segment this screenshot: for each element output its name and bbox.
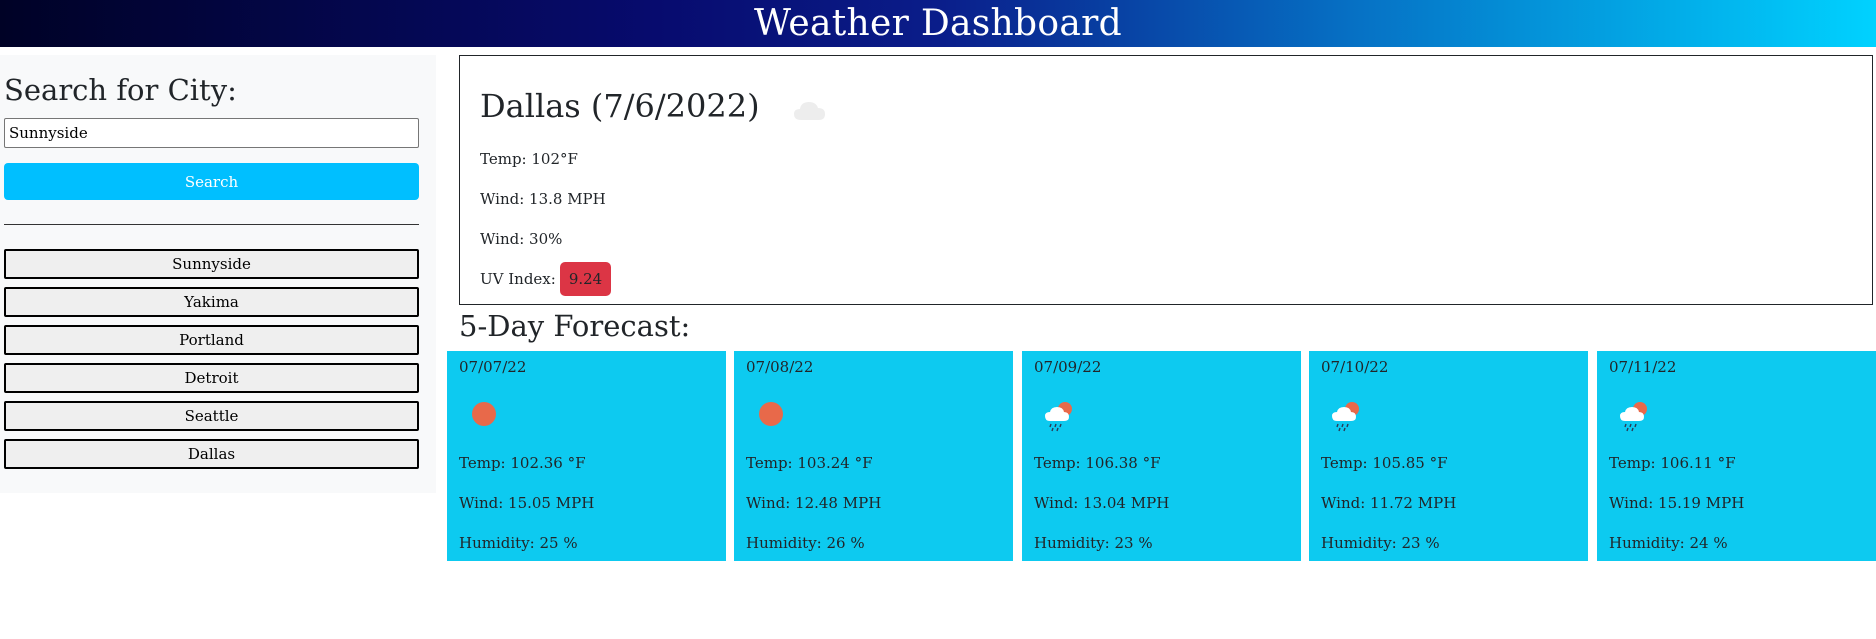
forecast-wind: Wind: 12.48 MPH — [746, 494, 882, 512]
search-button[interactable]: Search — [4, 163, 419, 200]
uv-index-badge: 9.24 — [559, 262, 612, 296]
history-item-seattle[interactable]: Seattle — [4, 401, 419, 431]
uv-index-label: UV Index: — [480, 270, 556, 288]
city-search-input[interactable] — [4, 118, 419, 148]
history-item-yakima[interactable]: Yakima — [4, 287, 419, 317]
forecast-temp: Temp: 106.38 °F — [1034, 454, 1161, 472]
forecast-temp: Temp: 106.11 °F — [1609, 454, 1736, 472]
forecast-card: 07/09/22 Temp: 106.38 °F Wind: 13.04 MPH… — [1022, 351, 1301, 561]
uv-index-row: UV Index: 9.24 — [480, 259, 1872, 299]
forecast-humidity: Humidity: 24 % — [1609, 534, 1728, 552]
current-humidity: Wind: 30% — [480, 230, 563, 248]
forecast-card: 07/11/22 Temp: 106.11 °F Wind: 15.19 MPH… — [1597, 351, 1876, 561]
history-item-dallas[interactable]: Dallas — [4, 439, 419, 469]
forecast-humidity: Humidity: 25 % — [459, 534, 578, 552]
search-sidebar: Search for City: Search Sunnyside Yakima… — [0, 55, 436, 493]
sun-icon — [472, 402, 496, 426]
forecast-temp: Temp: 103.24 °F — [746, 454, 873, 472]
history-item-sunnyside[interactable]: Sunnyside — [4, 249, 419, 279]
current-temp: Temp: 102°F — [480, 150, 578, 168]
current-city-title: Dallas (7/6/2022) — [480, 87, 760, 125]
forecast-heading: 5-Day Forecast: — [459, 309, 691, 343]
search-heading: Search for City: — [4, 73, 237, 107]
sun-rain-cloud-icon — [1045, 402, 1072, 432]
search-history-list: Sunnyside Yakima Portland Detroit Seattl… — [4, 249, 419, 469]
forecast-cards: 07/07/22 Temp: 102.36 °F Wind: 15.05 MPH… — [447, 351, 1876, 561]
forecast-wind: Wind: 15.19 MPH — [1609, 494, 1745, 512]
history-item-detroit[interactable]: Detroit — [4, 363, 419, 393]
forecast-humidity: Humidity: 23 % — [1321, 534, 1440, 552]
sun-rain-cloud-icon — [1620, 402, 1647, 432]
forecast-date: 07/10/22 — [1321, 358, 1389, 376]
forecast-wind: Wind: 15.05 MPH — [459, 494, 595, 512]
history-item-portland[interactable]: Portland — [4, 325, 419, 355]
forecast-date: 07/07/22 — [459, 358, 527, 376]
page-title: Weather Dashboard — [754, 3, 1122, 44]
forecast-card: 07/10/22 Temp: 105.85 °F Wind: 11.72 MPH… — [1309, 351, 1588, 561]
forecast-card: 07/08/22 Temp: 103.24 °F Wind: 12.48 MPH… — [734, 351, 1013, 561]
forecast-wind: Wind: 11.72 MPH — [1321, 494, 1457, 512]
forecast-temp: Temp: 102.36 °F — [459, 454, 586, 472]
forecast-date: 07/08/22 — [746, 358, 814, 376]
forecast-card: 07/07/22 Temp: 102.36 °F Wind: 15.05 MPH… — [447, 351, 726, 561]
forecast-humidity: Humidity: 26 % — [746, 534, 865, 552]
forecast-temp: Temp: 105.85 °F — [1321, 454, 1448, 472]
forecast-date: 07/09/22 — [1034, 358, 1102, 376]
forecast-wind: Wind: 13.04 MPH — [1034, 494, 1170, 512]
forecast-humidity: Humidity: 23 % — [1034, 534, 1153, 552]
current-weather-panel: Dallas (7/6/2022) Temp: 102°F Wind: 13.8… — [459, 55, 1873, 305]
forecast-date: 07/11/22 — [1609, 358, 1677, 376]
sun-rain-cloud-icon — [1332, 402, 1359, 432]
cloud-icon — [793, 102, 825, 120]
divider — [4, 224, 419, 225]
current-wind: Wind: 13.8 MPH — [480, 190, 606, 208]
page-header: Weather Dashboard — [0, 0, 1876, 47]
sun-icon — [759, 402, 783, 426]
